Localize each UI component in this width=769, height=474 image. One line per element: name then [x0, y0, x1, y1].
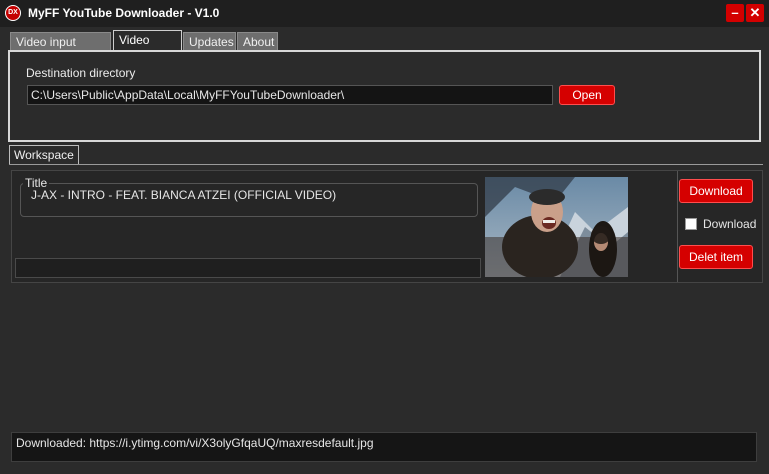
status-bar: Downloaded: https://i.ytimg.com/vi/X3oly… — [11, 432, 757, 462]
download-button[interactable]: Download — [679, 179, 753, 203]
window-title: MyFF YouTube Downloader - V1.0 — [28, 6, 220, 20]
minimize-button[interactable]: – — [726, 4, 744, 22]
thumbnail-image — [485, 177, 628, 277]
tab-about[interactable]: About — [237, 32, 278, 50]
destination-directory-label: Destination directory — [26, 66, 136, 80]
app-logo-icon: DX — [5, 5, 21, 21]
workspace-item-row: J-AX - INTRO - FEAT. BIANCA ATZEI (OFFIC… — [11, 170, 763, 283]
open-button[interactable]: Open — [559, 85, 615, 105]
tab-workspace[interactable]: Workspace — [9, 145, 79, 164]
download-checkbox[interactable] — [685, 218, 697, 230]
tab-video-output[interactable]: Video output — [113, 30, 182, 65]
actions-separator — [677, 171, 678, 282]
title-label: Title — [23, 176, 50, 190]
download-checkbox-label: Download — [703, 217, 757, 231]
status-message: Downloaded: https://i.ytimg.com/vi/X3oly… — [16, 436, 374, 450]
title-group-box: J-AX - INTRO - FEAT. BIANCA ATZEI (OFFIC… — [20, 183, 478, 217]
video-title: J-AX - INTRO - FEAT. BIANCA ATZEI (OFFIC… — [31, 188, 337, 202]
close-button[interactable]: ✕ — [746, 4, 764, 22]
title-bar: DX MyFF YouTube Downloader - V1.0 – ✕ — [0, 0, 769, 27]
workspace-divider — [9, 164, 763, 165]
video-thumbnail — [485, 177, 628, 277]
tab-updates[interactable]: Updates — [183, 32, 236, 50]
destination-directory-input[interactable]: C:\Users\Public\AppData\Local\MyFFYouTub… — [27, 85, 553, 105]
video-output-panel: Destination directory C:\Users\Public\Ap… — [8, 50, 761, 142]
tab-video-input-source[interactable]: Video input source — [10, 32, 111, 67]
download-progress-bar — [15, 258, 481, 278]
delete-item-button[interactable]: Delet item — [679, 245, 753, 269]
